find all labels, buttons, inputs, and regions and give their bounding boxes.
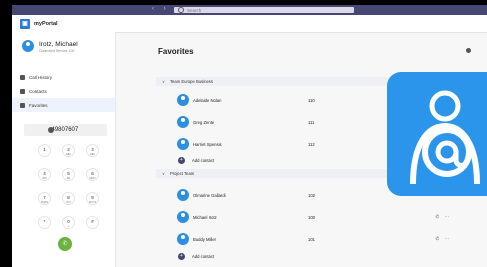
contacts-icon	[20, 88, 25, 94]
key-star[interactable]: *	[38, 216, 51, 229]
contact-extension: 101	[308, 237, 315, 242]
contact-name: Greg Zente	[193, 120, 215, 125]
back-button[interactable]: ‹	[152, 6, 154, 12]
nav-arrows: ‹ ›	[152, 6, 174, 12]
contact-extension: 110	[308, 98, 315, 103]
plus-icon: +	[178, 157, 185, 164]
contact-name: Michael Irotz	[193, 215, 217, 220]
list-item[interactable]: Buddy Miller 101 ✆ ⋯	[156, 229, 486, 249]
app-logo-icon: ▣	[20, 19, 30, 29]
key-6[interactable]: 6 MNO	[86, 168, 99, 181]
favorites-icon	[20, 102, 25, 108]
call-button[interactable]: ✆	[58, 237, 72, 251]
sidebar-menu: Call History Contacts Favorites	[12, 70, 115, 112]
key-3[interactable]: 3 DEF	[86, 144, 99, 157]
key-2[interactable]: 2 ABC	[62, 144, 75, 157]
contact-name: Harriet Spensis	[193, 142, 222, 147]
key-8[interactable]: 8 TUV	[62, 192, 75, 205]
list-item[interactable]: Michael Irotz 100 ✆ ⋯	[156, 207, 486, 227]
avatar	[177, 94, 189, 106]
key-4[interactable]: 4 GHI	[38, 168, 51, 181]
settings-icon[interactable]	[466, 48, 471, 53]
search-box[interactable]	[174, 7, 354, 13]
key-0[interactable]: 0 +	[62, 216, 75, 229]
title-bar: ‹ ›	[12, 5, 487, 15]
add-contact-button[interactable]: + Add contact	[156, 252, 486, 262]
key-hash[interactable]: #	[86, 216, 99, 229]
group-name: Team Europe Business	[169, 79, 213, 84]
contact-extension: 102	[308, 193, 315, 198]
forward-button[interactable]: ›	[164, 6, 166, 12]
app-bar: ▣ myPortal	[12, 15, 487, 33]
sidebar-item-contacts[interactable]: Contacts	[12, 84, 115, 98]
add-contact-label: Add contact	[192, 158, 215, 163]
avatar	[177, 233, 189, 245]
phone-icon: ✆	[62, 241, 68, 247]
sidebar-item-favorites[interactable]: Favorites	[12, 98, 115, 112]
plus-icon: +	[178, 253, 185, 260]
contact-name: Adelaide Nolan	[193, 98, 222, 103]
history-icon	[20, 74, 25, 80]
contact-extension: 111	[308, 120, 315, 125]
sidebar-item-label: Favorites	[29, 102, 48, 108]
app-title: myPortal	[34, 21, 58, 27]
avatar	[177, 116, 189, 128]
key-9[interactable]: 9 WXYZ	[86, 192, 99, 205]
group-name: Project Team	[169, 171, 195, 176]
contact-at-badge	[387, 72, 487, 196]
chevron-down-icon: ∨	[162, 171, 165, 176]
key-5[interactable]: 5 JKL	[62, 168, 75, 181]
contact-at-icon	[410, 90, 480, 185]
profile-status: Controlled Service 100	[39, 49, 75, 53]
backspace-icon[interactable]	[48, 127, 54, 133]
sidebar-item-label: Call History	[29, 74, 53, 80]
sidebar-item-label: Contacts	[29, 88, 47, 94]
sidebar-item-call-history[interactable]: Call History	[12, 70, 115, 84]
add-contact-label: Add contact	[192, 254, 215, 259]
contact-extension: 100	[308, 215, 315, 220]
search-input[interactable]	[184, 7, 337, 13]
avatar	[22, 40, 34, 52]
row-actions[interactable]: ✆ ⋯	[435, 236, 451, 242]
row-actions[interactable]: ✆ ⋯	[435, 214, 451, 220]
avatar	[177, 138, 189, 150]
sidebar: Irotz, Michael Controlled Service 100 Ca…	[12, 32, 116, 267]
key-7[interactable]: 7 PQRS	[38, 192, 51, 205]
chevron-down-icon: ∨	[162, 79, 165, 84]
avatar	[177, 189, 189, 201]
dial-number-field[interactable]: +49807607	[24, 124, 107, 136]
contact-name: Olmarine Gallardi	[193, 193, 226, 198]
key-1[interactable]: 1	[38, 144, 51, 157]
contact-name: Buddy Miller	[193, 237, 217, 242]
contact-extension: 112	[308, 142, 315, 147]
profile-name: Irotz, Michael	[39, 41, 78, 48]
page-title: Favorites	[158, 47, 194, 56]
avatar	[177, 211, 189, 223]
